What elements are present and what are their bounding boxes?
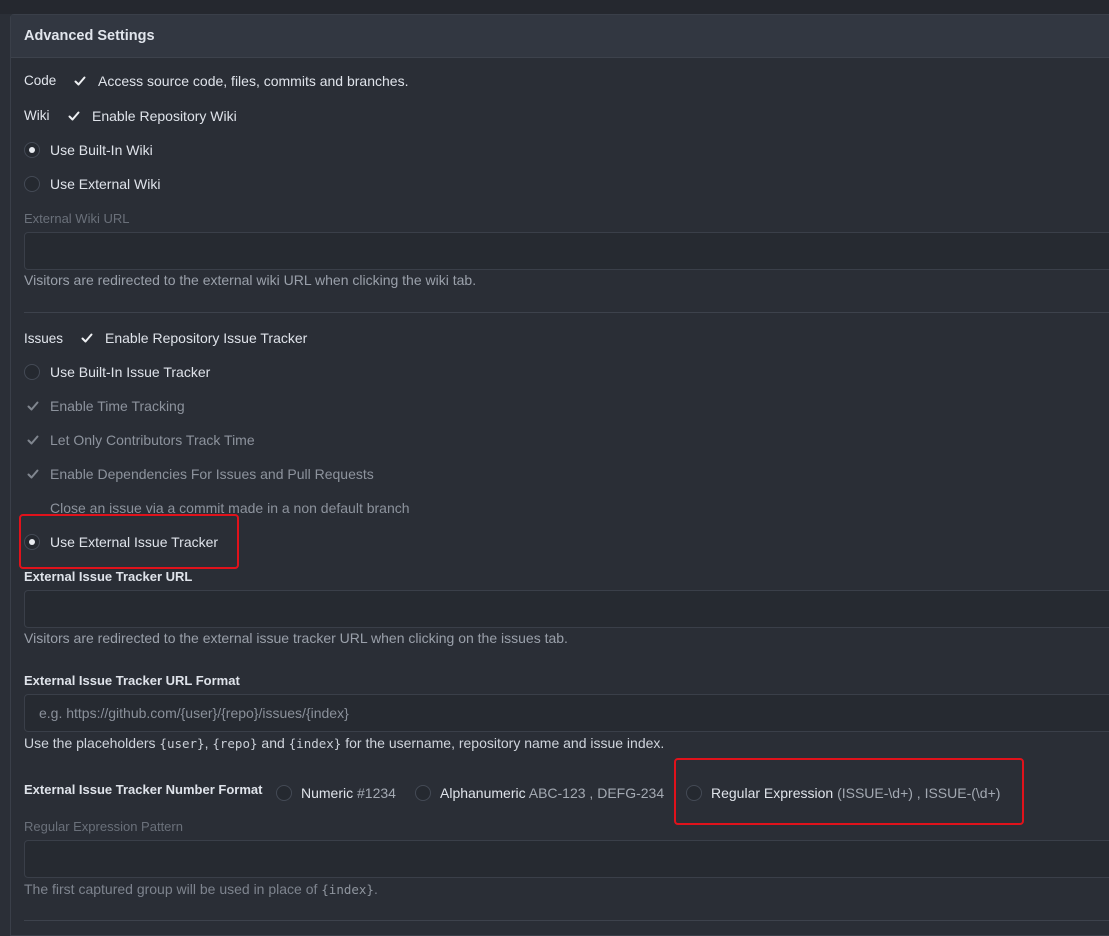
placeholder-user: {user} — [159, 736, 205, 751]
wiki-external-radio[interactable] — [24, 176, 40, 192]
panel-title: Advanced Settings — [24, 28, 155, 44]
time-tracking-checkbox[interactable] — [24, 397, 42, 415]
check-icon — [68, 111, 80, 121]
code-label: Code — [24, 73, 57, 88]
url-format-field[interactable] — [24, 694, 1109, 732]
top-strip — [0, 0, 1109, 14]
numeric-format-label: Numeric — [301, 785, 354, 801]
alphanumeric-format-label: Alphanumeric — [440, 785, 526, 801]
wiki-label: Wiki — [24, 108, 50, 123]
dependencies-label: Enable Dependencies For Issues and Pull … — [50, 466, 374, 482]
contributors-time-checkbox[interactable] — [24, 431, 42, 449]
check-icon — [27, 469, 39, 479]
time-tracking-label: Enable Time Tracking — [50, 398, 185, 414]
regexp-help-text: . — [373, 881, 378, 897]
url-format-help: Use the placeholders {user}, {repo} and … — [24, 735, 664, 751]
regexp-pattern-help: The first captured group will be used in… — [24, 881, 378, 897]
numeric-format-radio[interactable] — [276, 785, 292, 801]
highlight-box-regexp — [674, 758, 1024, 825]
wiki-external-label: Use External Wiki — [50, 176, 161, 192]
issues-builtin-radio[interactable] — [24, 364, 40, 380]
issues-label: Issues — [24, 331, 64, 346]
external-wiki-url-input[interactable] — [25, 233, 1109, 269]
wiki-builtin-label: Use Built-In Wiki — [50, 142, 153, 158]
alphanumeric-format-example: ABC-123 , DEFG-234 — [528, 785, 665, 801]
external-wiki-url-field[interactable] — [24, 232, 1109, 270]
external-tracker-url-help: Visitors are redirected to the external … — [24, 630, 568, 646]
url-format-help-text: for the username, repository name and is… — [341, 735, 665, 751]
section-divider — [24, 920, 1109, 921]
wiki-enable-label: Enable Repository Wiki — [92, 108, 237, 124]
check-icon — [27, 401, 39, 411]
alphanumeric-format-option: Alphanumeric ABC-123 , DEFG-234 — [440, 785, 664, 801]
regexp-pattern-label: Regular Expression Pattern — [24, 819, 183, 834]
numeric-format-example: #1234 — [357, 785, 396, 801]
url-format-input[interactable] — [25, 695, 1109, 731]
number-format-label: External Issue Tracker Number Format — [24, 782, 263, 797]
url-format-help-text: and — [257, 735, 289, 751]
regexp-help-index: {index} — [321, 882, 374, 897]
url-format-help-text: Use the placeholders — [24, 735, 160, 751]
code-option-label: Access source code, files, commits and b… — [98, 73, 409, 89]
external-wiki-help: Visitors are redirected to the external … — [24, 272, 477, 288]
issues-enable-label: Enable Repository Issue Tracker — [105, 330, 308, 346]
contributors-time-label: Let Only Contributors Track Time — [50, 432, 255, 448]
regexp-help-text: The first captured group will be used in… — [24, 881, 322, 897]
external-tracker-url-input[interactable] — [25, 591, 1109, 627]
wiki-enable-checkbox[interactable] — [65, 107, 83, 125]
issues-enable-checkbox[interactable] — [78, 329, 96, 347]
dependencies-checkbox[interactable] — [24, 465, 42, 483]
external-tracker-url-field[interactable] — [24, 590, 1109, 628]
external-wiki-url-label: External Wiki URL — [24, 211, 130, 226]
check-icon — [81, 333, 93, 343]
highlight-box-external-tracker — [19, 514, 239, 569]
code-checkbox[interactable] — [71, 72, 89, 90]
placeholder-index: {index} — [288, 736, 342, 751]
issues-builtin-label: Use Built-In Issue Tracker — [50, 364, 211, 380]
regexp-pattern-input[interactable] — [25, 841, 1109, 877]
external-tracker-url-label: External Issue Tracker URL — [24, 569, 193, 584]
url-format-label: External Issue Tracker URL Format — [24, 673, 240, 688]
numeric-format-option: Numeric #1234 — [301, 785, 396, 801]
check-icon — [74, 76, 86, 86]
placeholder-repo: {repo} — [212, 736, 258, 751]
check-icon — [27, 435, 39, 445]
panel-header: Advanced Settings — [11, 15, 1109, 58]
wiki-builtin-radio[interactable] — [24, 142, 40, 158]
section-divider — [24, 312, 1109, 313]
alphanumeric-format-radio[interactable] — [415, 785, 431, 801]
regexp-pattern-field[interactable] — [24, 840, 1109, 878]
